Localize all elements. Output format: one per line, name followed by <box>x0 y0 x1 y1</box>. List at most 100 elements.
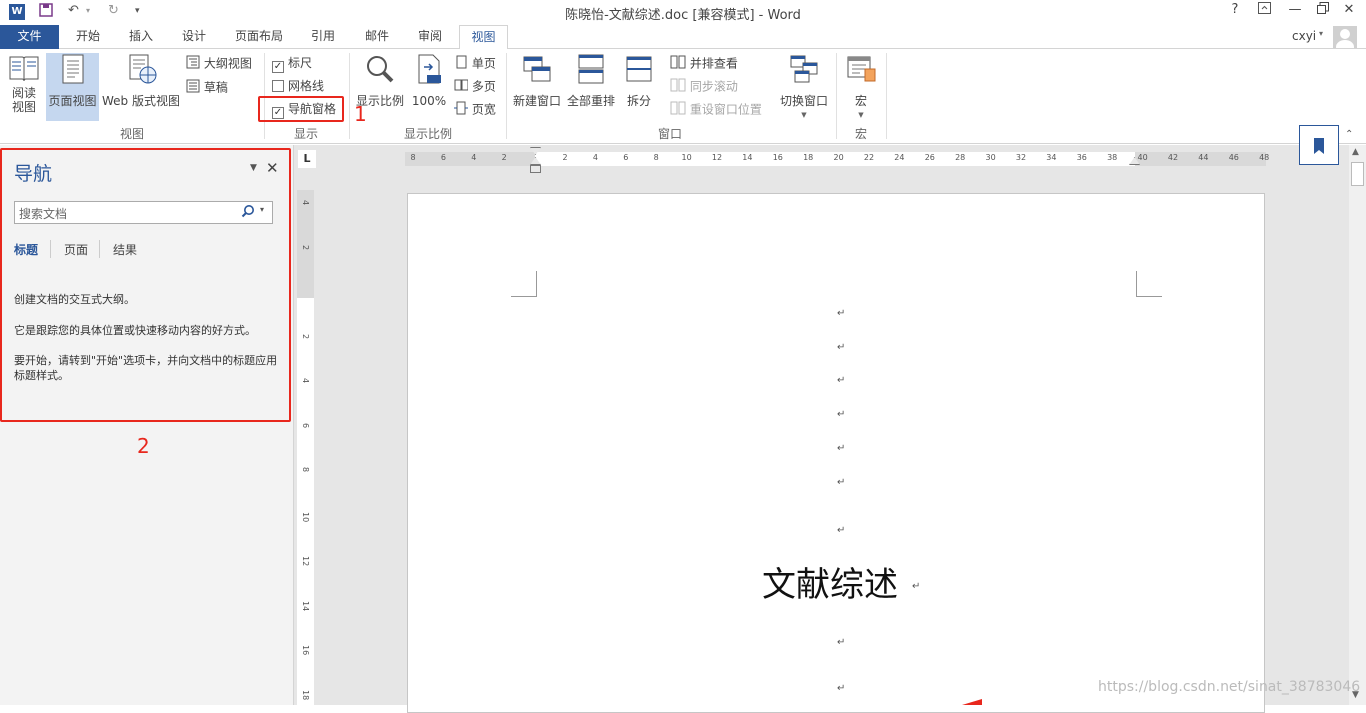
print-layout-icon <box>62 54 83 84</box>
zoom-100-button[interactable]: 100% <box>410 53 448 121</box>
split-button[interactable]: 拆分 <box>620 53 658 121</box>
web-layout-button[interactable]: Web 版式视图 <box>100 53 182 121</box>
vruler-tick-label: 2 <box>301 333 310 339</box>
ruler-tick-label: 4 <box>471 153 477 162</box>
minimize-icon[interactable]: — <box>1284 2 1306 17</box>
show-group-label: 显示 <box>293 127 318 141</box>
tab-view[interactable]: 视图 <box>459 25 508 50</box>
web-layout-icon <box>129 54 157 84</box>
read-mode-button[interactable]: 阅读 视图 <box>4 53 44 121</box>
outline-button[interactable]: 大纲视图 <box>186 55 252 73</box>
ruler-tick-label: 12 <box>711 153 723 162</box>
user-name[interactable]: cxyi <box>1292 29 1316 43</box>
arrange-all-button[interactable]: 全部重排 <box>564 53 618 121</box>
paragraph-mark: ↵ <box>837 409 846 420</box>
side-by-side-label: 并排查看 <box>689 56 738 71</box>
collapse-ribbon-icon[interactable]: ⌃ <box>1345 129 1353 140</box>
close-icon[interactable]: ✕ <box>1338 2 1360 17</box>
ruler-tick-label: 30 <box>985 153 996 162</box>
multi-page-label: 多页 <box>471 79 496 94</box>
multi-page-button[interactable]: 多页 <box>454 78 496 96</box>
vruler-tick-label: 8 <box>301 467 310 473</box>
tab-home[interactable]: 开始 <box>69 25 107 49</box>
macros-group-label: 宏 <box>854 127 867 141</box>
ruler-tick-label: 8 <box>410 153 416 162</box>
bookmark-callout[interactable] <box>1299 125 1339 165</box>
vertical-ruler[interactable]: 4 2 2 4 6 8 10 12 14 16 18 <box>297 190 314 705</box>
new-window-button[interactable]: 新建窗口 <box>510 53 564 121</box>
reset-position-button[interactable]: 重设窗口位置 <box>670 101 762 119</box>
group-divider <box>886 53 887 139</box>
sync-scroll-icon <box>670 78 686 96</box>
vruler-tick-label: 16 <box>301 645 310 656</box>
macros-button[interactable]: 宏 ▼ <box>840 53 882 123</box>
scroll-up-icon[interactable]: ▲ <box>1352 147 1359 157</box>
split-icon <box>626 56 652 82</box>
ruler-tick-label: 2 <box>562 153 568 162</box>
reset-position-icon <box>670 101 686 119</box>
highlight-nav-pane-checkbox <box>258 96 344 122</box>
read-mode-label: 阅读 视图 <box>11 86 36 114</box>
gridlines-checkbox[interactable]: 网格线 <box>272 78 324 94</box>
ruler-tick-label: 38 <box>1107 153 1118 162</box>
sync-scroll-button[interactable]: 同步滚动 <box>670 78 738 96</box>
scroll-thumb[interactable] <box>1351 162 1364 186</box>
highlight-navigation-pane <box>0 148 291 422</box>
ruler-checkbox[interactable]: ✓ 标尺 <box>272 55 312 73</box>
restore-icon[interactable] <box>1312 2 1334 18</box>
tab-references[interactable]: 引用 <box>304 25 342 49</box>
avatar[interactable] <box>1333 26 1357 48</box>
tab-mailings[interactable]: 邮件 <box>358 25 396 49</box>
annotation-label-2: 2 <box>137 434 150 458</box>
ruler-tick-label: 6 <box>623 153 629 162</box>
tab-layout[interactable]: 页面布局 <box>228 25 290 49</box>
switch-windows-dropdown-icon: ▼ <box>801 111 807 119</box>
document-page[interactable]: ↵ ↵ ↵ ↵ ↵ ↵ ↵ ↵ ↵ ↵ <box>407 193 1265 713</box>
ruler-tick-label: 6 <box>440 153 446 162</box>
paragraph-mark: ↵ <box>837 443 846 454</box>
title-bar: W ↶ ▾ ↻ ▾ 陈晓怡-文献综述.doc [兼容模式] - Word ? —… <box>0 0 1366 25</box>
tab-insert[interactable]: 插入 <box>122 25 160 49</box>
paragraph-mark: ↵ <box>837 683 846 694</box>
ruler-tick-label: 32 <box>1015 153 1027 162</box>
switch-windows-button[interactable]: 切换窗口 ▼ <box>776 53 832 123</box>
tab-review[interactable]: 审阅 <box>411 25 449 49</box>
ruler-tick-label: 26 <box>924 153 935 162</box>
tab-design[interactable]: 设计 <box>175 25 213 49</box>
ruler-tick-label: 24 <box>894 153 905 162</box>
ribbon: 阅读 视图 页面视图 Web 版式视图 大纲视图 草稿 视图 ✓ 标尺 网格线 ✓… <box>0 49 1366 144</box>
vruler-tick-label: 14 <box>301 600 310 611</box>
vruler-tick-label: 12 <box>301 556 310 567</box>
paragraph-mark: ↵ <box>837 375 846 386</box>
ruler-tick-label: 18 <box>803 153 814 162</box>
ruler-tick-label: 2 <box>501 153 507 162</box>
user-dropdown-icon[interactable]: ▾ <box>1319 29 1323 38</box>
annotation-label-1: 1 <box>354 102 367 126</box>
side-by-side-button[interactable]: 并排查看 <box>670 55 738 73</box>
ruler-tick-label: 34 <box>1046 153 1057 162</box>
left-indent-marker[interactable] <box>530 165 541 173</box>
tab-file[interactable]: 文件 <box>0 25 59 49</box>
horizontal-ruler[interactable]: 8 6 4 2 2 4 6 8 10 12 14 16 18 20 22 24 26 28 30 32 34 36 38 40… <box>405 147 1269 173</box>
reset-position-label: 重设窗口位置 <box>689 102 762 117</box>
paragraph-mark: ↵ <box>837 637 846 648</box>
read-mode-icon <box>9 56 39 82</box>
zoom-100-label: 100% <box>411 94 447 108</box>
one-page-button[interactable]: 单页 <box>454 55 496 73</box>
ruler-tick-label: 46 <box>1228 153 1239 162</box>
paragraph-mark: ↵ <box>837 525 846 536</box>
document-heading[interactable]: 文献综述 <box>762 557 898 606</box>
sync-scroll-label: 同步滚动 <box>689 79 738 94</box>
group-divider <box>836 53 837 139</box>
vertical-scrollbar[interactable]: ▲ ▼ <box>1349 145 1366 705</box>
page-width-button[interactable]: 页宽 <box>454 101 496 119</box>
ruler-check: ✓ <box>272 61 284 73</box>
help-button[interactable]: ? <box>1224 2 1246 17</box>
vruler-tick-label: 18 <box>301 689 310 700</box>
switch-windows-label: 切换窗口 <box>779 94 828 108</box>
print-layout-button[interactable]: 页面视图 <box>46 53 99 121</box>
one-page-icon <box>454 55 468 73</box>
draft-button[interactable]: 草稿 <box>186 79 228 97</box>
ribbon-display-options-icon[interactable] <box>1253 2 1275 18</box>
tab-stop-selector[interactable]: L <box>298 150 316 168</box>
